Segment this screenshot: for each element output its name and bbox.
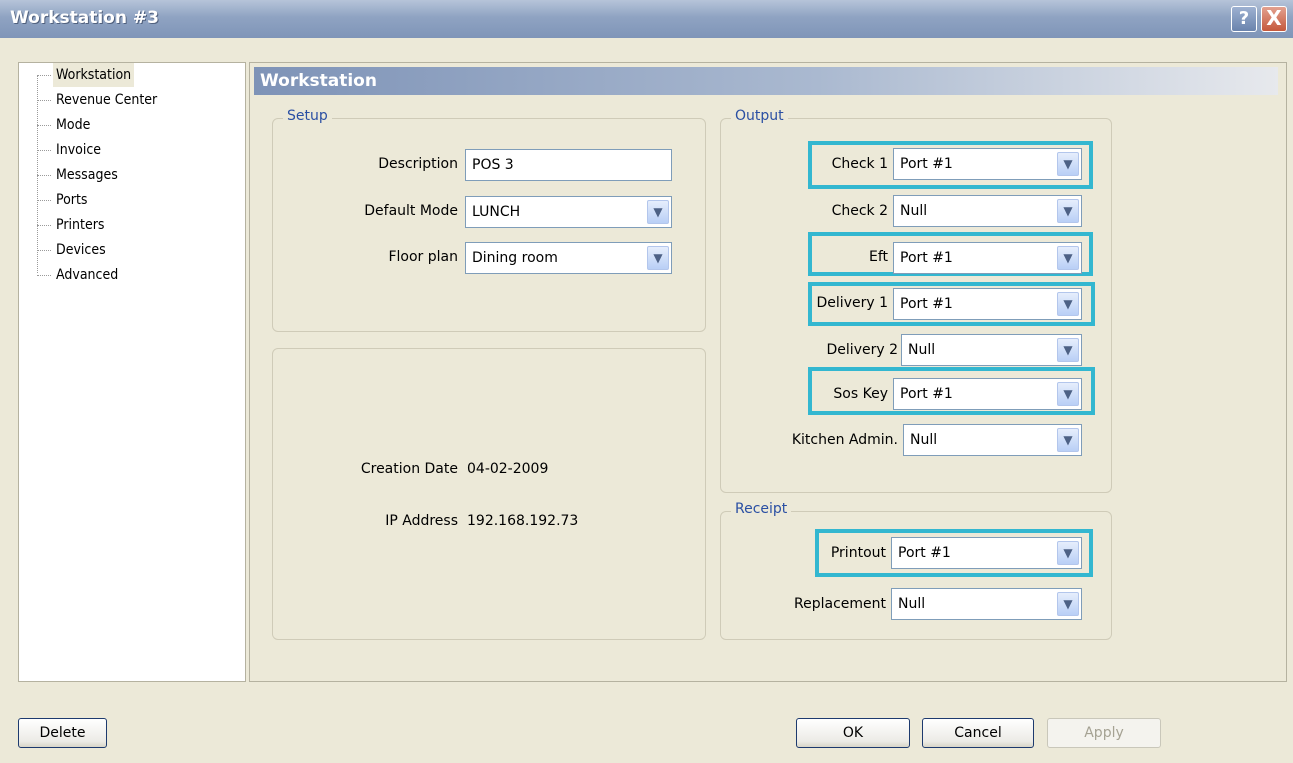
chevron-down-icon[interactable]: ▼ xyxy=(1057,592,1079,616)
check-1-select[interactable]: Port #1 ▼ xyxy=(893,148,1082,180)
chevron-down-icon[interactable]: ▼ xyxy=(1057,292,1079,316)
check-1-value: Port #1 xyxy=(900,156,953,172)
chevron-down-icon[interactable]: ▼ xyxy=(1057,152,1079,176)
tree-item-advanced[interactable]: Advanced xyxy=(53,263,121,287)
tree-connector xyxy=(37,225,51,226)
chevron-down-icon[interactable]: ▼ xyxy=(1057,246,1079,270)
tree-connector xyxy=(37,75,38,273)
delete-button[interactable]: Delete xyxy=(18,718,107,748)
default-mode-value: LUNCH xyxy=(472,204,521,220)
tree-item-revenue-center[interactable]: Revenue Center xyxy=(53,88,160,112)
default-mode-select[interactable]: LUNCH ▼ xyxy=(465,196,672,228)
tree-connector xyxy=(37,150,51,151)
title-bar: Workstation #3 ? X xyxy=(0,0,1293,38)
ip-address-label: IP Address xyxy=(385,513,458,529)
sos-key-label: Sos Key xyxy=(833,386,888,402)
chevron-down-icon[interactable]: ▼ xyxy=(647,200,669,224)
delivery-2-value: Null xyxy=(908,342,936,358)
eft-value: Port #1 xyxy=(900,250,953,266)
apply-button[interactable]: Apply xyxy=(1047,718,1161,748)
chevron-down-icon[interactable]: ▼ xyxy=(647,246,669,270)
printout-label: Printout xyxy=(830,545,886,561)
check-2-label: Check 2 xyxy=(831,203,888,219)
default-mode-label: Default Mode xyxy=(364,203,458,219)
cancel-button[interactable]: Cancel xyxy=(922,718,1034,748)
tree-connector xyxy=(37,100,51,101)
tree-connector xyxy=(37,275,51,276)
replacement-select[interactable]: Null ▼ xyxy=(891,588,1082,620)
floor-plan-select[interactable]: Dining room ▼ xyxy=(465,242,672,274)
tree-item-devices[interactable]: Devices xyxy=(53,238,109,262)
tree-connector xyxy=(37,125,51,126)
tree-connector xyxy=(37,75,51,76)
check-2-value: Null xyxy=(900,203,928,219)
delivery-1-value: Port #1 xyxy=(900,296,953,312)
delivery-2-label: Delivery 2 xyxy=(826,342,898,358)
replacement-value: Null xyxy=(898,596,926,612)
creation-date-label: Creation Date xyxy=(360,461,458,477)
replacement-label: Replacement xyxy=(794,596,886,612)
sos-key-select[interactable]: Port #1 ▼ xyxy=(893,378,1082,410)
chevron-down-icon[interactable]: ▼ xyxy=(1057,541,1079,565)
kitchen-admin-select[interactable]: Null ▼ xyxy=(903,424,1082,456)
check-1-label: Check 1 xyxy=(831,156,888,172)
tree-connector xyxy=(37,250,51,251)
description-label: Description xyxy=(378,156,458,172)
delivery-1-select[interactable]: Port #1 ▼ xyxy=(893,288,1082,320)
delivery-1-label: Delivery 1 xyxy=(816,295,888,311)
delivery-2-select[interactable]: Null ▼ xyxy=(901,334,1082,366)
printout-select[interactable]: Port #1 ▼ xyxy=(891,537,1082,569)
chevron-down-icon[interactable]: ▼ xyxy=(1057,199,1079,223)
chevron-down-icon[interactable]: ▼ xyxy=(1057,428,1079,452)
chevron-down-icon[interactable]: ▼ xyxy=(1057,382,1079,406)
printout-value: Port #1 xyxy=(898,545,951,561)
eft-label: Eft xyxy=(868,249,888,265)
floor-plan-label: Floor plan xyxy=(388,249,458,265)
description-field[interactable]: POS 3 xyxy=(465,149,672,181)
info-group xyxy=(272,348,706,640)
creation-date-value: 04-02-2009 xyxy=(467,461,549,477)
sos-key-value: Port #1 xyxy=(900,386,953,402)
navigation-tree: Workstation Revenue Center Mode Invoice … xyxy=(18,62,246,682)
help-button[interactable]: ? xyxy=(1231,6,1257,32)
kitchen-admin-value: Null xyxy=(910,432,938,448)
pane-header: Workstation xyxy=(254,67,1278,95)
close-button[interactable]: X xyxy=(1261,6,1287,32)
eft-select[interactable]: Port #1 ▼ xyxy=(893,242,1082,274)
receipt-legend: Receipt xyxy=(731,501,792,517)
window-title: Workstation #3 xyxy=(10,8,159,28)
tree-connector xyxy=(37,175,51,176)
tree-item-ports[interactable]: Ports xyxy=(53,188,90,212)
tree-item-mode[interactable]: Mode xyxy=(53,113,93,137)
tree-item-workstation[interactable]: Workstation xyxy=(53,63,135,87)
tree-item-messages[interactable]: Messages xyxy=(53,163,121,187)
kitchen-admin-label: Kitchen Admin. xyxy=(791,432,898,448)
tree-connector xyxy=(37,200,51,201)
check-2-select[interactable]: Null ▼ xyxy=(893,195,1082,227)
ip-address-value: 192.168.192.73 xyxy=(467,513,579,529)
tree-item-invoice[interactable]: Invoice xyxy=(53,138,104,162)
chevron-down-icon[interactable]: ▼ xyxy=(1057,338,1079,362)
output-legend: Output xyxy=(731,108,788,124)
floor-plan-value: Dining room xyxy=(472,250,558,266)
tree-item-printers[interactable]: Printers xyxy=(53,213,107,237)
setup-legend: Setup xyxy=(283,108,332,124)
ok-button[interactable]: OK xyxy=(796,718,910,748)
